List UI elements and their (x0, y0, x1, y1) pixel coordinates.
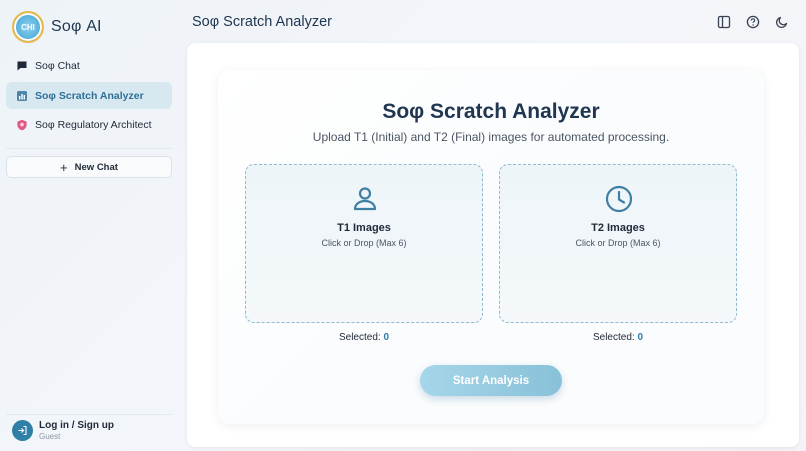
divider (6, 414, 172, 415)
t2-selected-count: Selected: 0 (499, 332, 737, 343)
t2-dropzone[interactable]: T2 Images Click or Drop (Max 6) (499, 164, 737, 323)
start-analysis-button[interactable]: Start Analysis (420, 365, 562, 396)
new-chat-button[interactable]: + New Chat (6, 156, 172, 178)
dropzone-title: T2 Images (591, 222, 645, 234)
bar-chart-icon (16, 90, 28, 102)
brand[interactable]: CHI Soφ AI (12, 11, 102, 43)
t1-dropzone[interactable]: T1 Images Click or Drop (Max 6) (245, 164, 483, 323)
login-button[interactable]: Log in / Sign up Guest (12, 420, 114, 441)
logo: CHI (12, 11, 44, 43)
help-icon[interactable] (746, 15, 760, 29)
sidebar-item-chat[interactable]: Soφ Chat (6, 52, 172, 79)
sidebar-item-scratch-analyzer[interactable]: Soφ Scratch Analyzer (6, 82, 172, 109)
user-icon (353, 187, 377, 211)
login-arrow-icon (12, 420, 33, 441)
sidebar: CHI Soφ AI Soφ Chat Soφ Scratch Analyzer… (0, 0, 180, 451)
dropzone-title: T1 Images (337, 222, 391, 234)
sidebar-item-label: Soφ Regulatory Architect (35, 118, 152, 131)
dropzone-hint: Click or Drop (Max 6) (575, 238, 661, 248)
dark-mode-icon[interactable] (775, 15, 789, 29)
selected-count: 0 (637, 332, 644, 343)
sidebar-toggle-icon[interactable] (717, 15, 731, 29)
sidebar-item-label: Soφ Scratch Analyzer (35, 89, 144, 102)
sidebar-item-label: Soφ Chat (35, 59, 80, 72)
selected-label: Selected: (338, 332, 381, 343)
divider (6, 148, 172, 149)
analyzer-title: Soφ Scratch Analyzer (382, 100, 600, 123)
chat-bubble-icon (16, 60, 28, 72)
login-subtitle: Guest (39, 432, 61, 441)
page-title: Soφ Scratch Analyzer (192, 14, 332, 30)
selected-label: Selected: (592, 332, 635, 343)
clock-icon (605, 185, 633, 213)
login-title: Log in / Sign up (39, 420, 114, 431)
plus-icon: + (60, 159, 68, 175)
login-text: Log in / Sign up Guest (39, 420, 114, 441)
selected-count: 0 (383, 332, 390, 343)
dropzone-hint: Click or Drop (Max 6) (321, 238, 407, 248)
analyzer-subtitle: Upload T1 (Initial) and T2 (Final) image… (312, 130, 670, 144)
t1-selected-count: Selected: 0 (245, 332, 483, 343)
new-chat-label: New Chat (74, 161, 118, 173)
logo-text: CHI (21, 22, 35, 32)
brand-name: Soφ AI (51, 18, 102, 35)
sidebar-item-regulatory-architect[interactable]: Soφ Regulatory Architect (6, 111, 172, 138)
shield-icon (16, 119, 28, 131)
